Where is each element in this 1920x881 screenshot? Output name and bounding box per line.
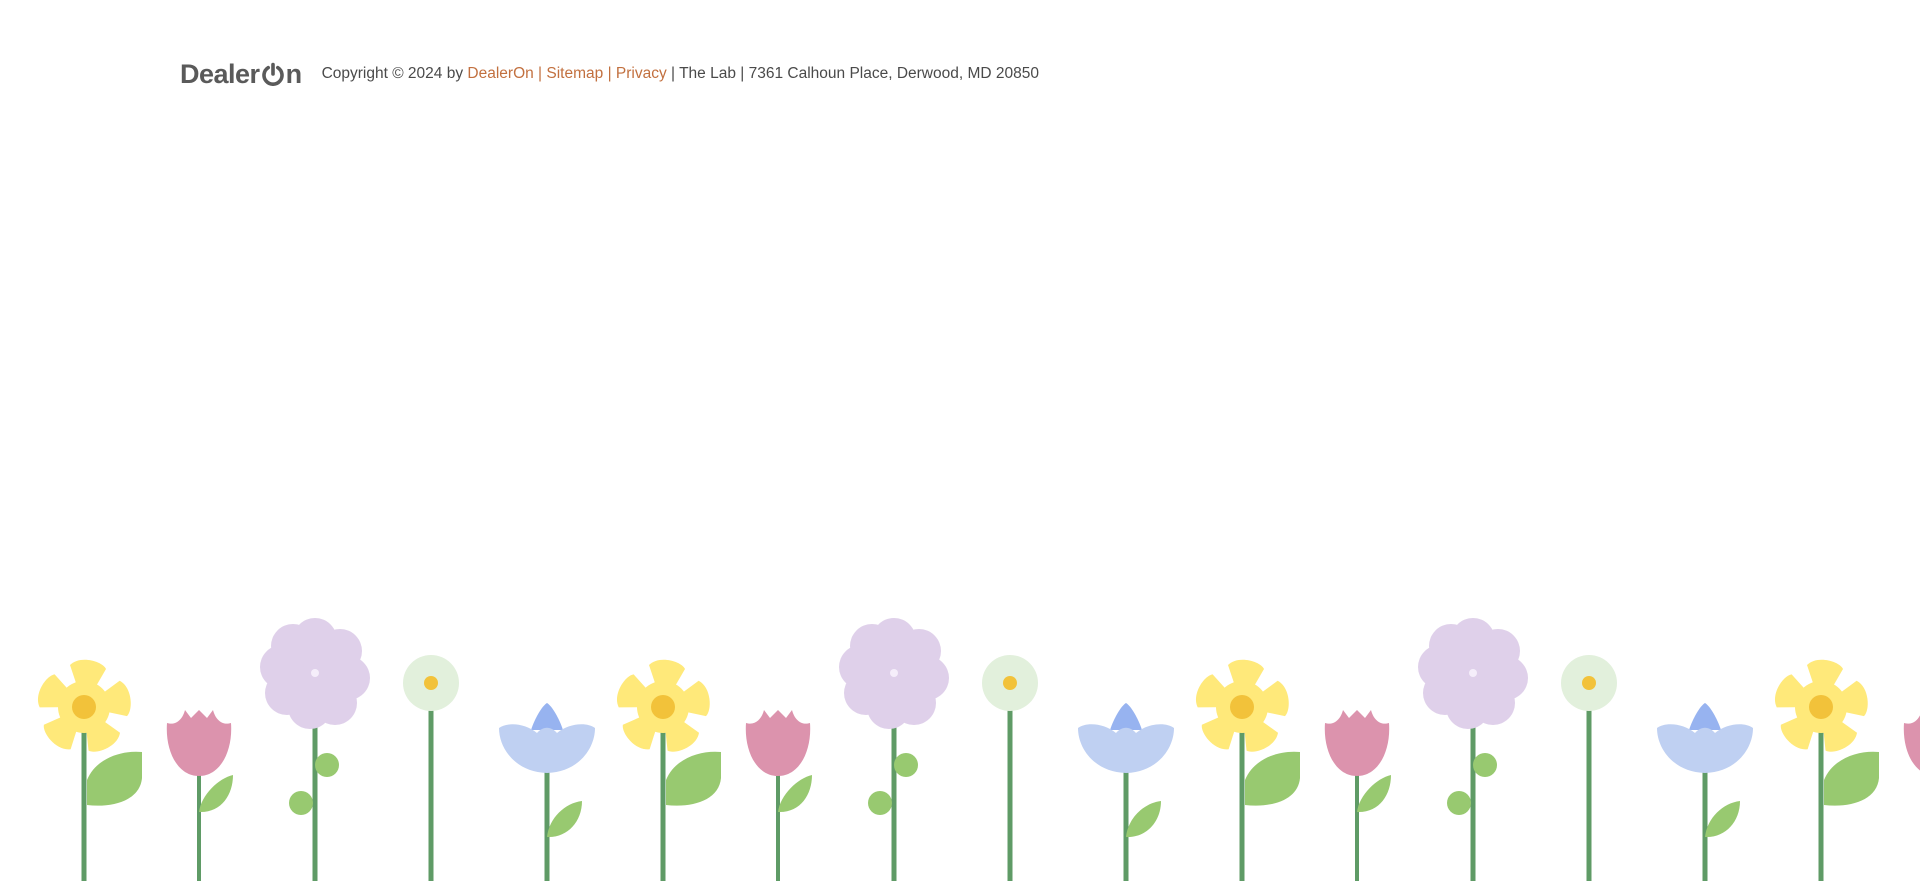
flower-group [614, 618, 1174, 881]
dealeron-logo[interactable]: Dealer n [180, 58, 303, 89]
company-address: The Lab | 7361 Calhoun Place, Derwood, M… [679, 65, 1039, 82]
copyright-text: Copyright © 2024 by [321, 65, 468, 82]
sitemap-link[interactable]: Sitemap [546, 65, 603, 82]
site-footer: Dealer n Copyright © 2024 by DealerOn | … [180, 58, 1039, 90]
privacy-link[interactable]: Privacy [616, 65, 667, 82]
flower-group [1772, 618, 1920, 881]
flower-group [35, 618, 595, 881]
dealeron-link[interactable]: DealerOn [467, 65, 533, 82]
copyright-line: Copyright © 2024 by DealerOn | Sitemap |… [322, 65, 1039, 83]
power-icon [261, 62, 284, 86]
logo-text-end: n [285, 58, 303, 89]
flower-garden-border [0, 600, 1920, 881]
link-separator: | [603, 65, 616, 82]
logo-text-start: Dealer [180, 58, 260, 89]
link-separator: | [666, 65, 680, 82]
link-separator: | [533, 65, 547, 82]
flower-group [1193, 618, 1753, 881]
